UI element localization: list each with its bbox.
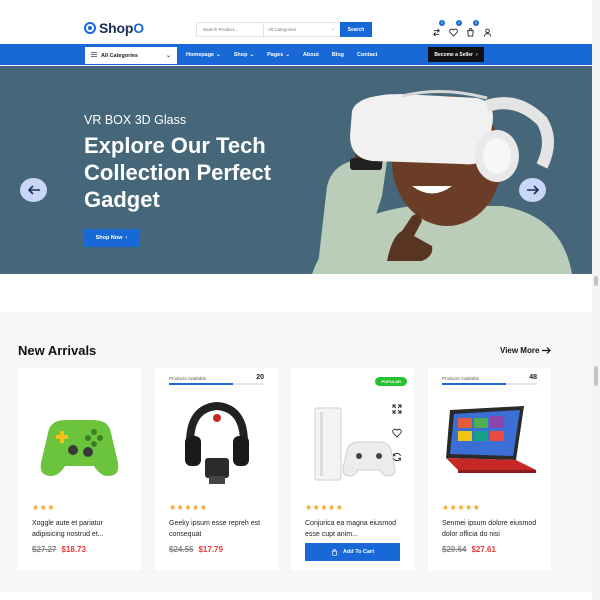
search-button[interactable]: Search — [340, 22, 372, 37]
add-to-cart-button[interactable]: Add To Cart — [305, 543, 400, 561]
compare-count-badge: 0 — [439, 20, 445, 26]
product-prices: $24.55 $17.79 — [169, 545, 223, 554]
nav-item-blog[interactable]: Blog — [332, 52, 344, 58]
products-available-count: 20 — [256, 374, 264, 381]
nav-item-contact[interactable]: Contact — [357, 52, 377, 58]
product-image-controller — [40, 420, 119, 476]
product-prices: $27.27 $18.73 — [32, 545, 86, 554]
product-name[interactable]: Senmei ipsum dolore eiusmod dolor offici… — [442, 518, 542, 540]
heart-icon[interactable] — [392, 428, 402, 438]
old-price: $24.55 — [169, 545, 194, 554]
product-name[interactable]: Xoggle aute et pariatur adipisicing nost… — [32, 518, 132, 540]
new-price: $18.73 — [61, 545, 86, 554]
expand-icon[interactable] — [392, 404, 402, 414]
menu-lines-icon — [91, 52, 97, 59]
carousel-next-arrow[interactable] — [519, 178, 546, 202]
main-nav: All Categories ⌄ Homepage ⌄ Shop ⌄ Pages ⌄ … — [0, 44, 592, 65]
nav-item-homepage[interactable]: Homepage ⌄ — [186, 52, 221, 58]
product-name[interactable]: Geeky ipsum esse repreh est consequat — [169, 518, 269, 540]
arrow-right-icon — [542, 347, 552, 354]
cart-icon[interactable]: 0 — [466, 20, 479, 37]
compare-icon[interactable]: 0 — [432, 20, 445, 37]
popular-badge: POPULAR — [375, 377, 407, 386]
availability-bar — [169, 383, 233, 385]
products-available-label: Products Available — [169, 376, 206, 381]
rating-stars: ★★★★★ — [305, 503, 344, 512]
become-seller-button[interactable]: Become a Seller › — [428, 47, 484, 62]
chevron-down-icon: ⌄ — [285, 51, 290, 58]
hero-subtitle: VR BOX 3D Glass — [84, 113, 187, 127]
product-card[interactable]: POPULAR ★★★★★ Conjurica ea magna eiusmod… — [291, 368, 414, 570]
wishlist-icon[interactable]: 1 — [449, 20, 462, 37]
product-name[interactable]: Conjurica ea magna eiusmod esse cupt ani… — [305, 518, 405, 540]
product-image-laptop — [446, 406, 536, 473]
chevron-down-icon: ⌄ — [330, 26, 335, 32]
nav-item-about[interactable]: About — [303, 52, 319, 58]
cart-icon — [331, 548, 337, 556]
refresh-icon[interactable] — [392, 452, 402, 462]
hero-title: Explore Our Tech Collection Perfect Gadg… — [84, 133, 272, 212]
quick-actions — [392, 404, 402, 462]
chevron-right-icon: › — [475, 51, 478, 58]
nav-item-pages[interactable]: Pages ⌄ — [267, 52, 290, 58]
wishlist-count-badge: 1 — [456, 20, 462, 26]
view-more-link[interactable]: View More — [500, 346, 552, 355]
new-price: $27.61 — [471, 545, 496, 554]
carousel-prev-arrow[interactable] — [20, 178, 47, 202]
new-arrivals-section: New Arrivals View More ★★★ Xoggle aute e… — [0, 312, 592, 592]
all-categories-dropdown[interactable]: All Categories ⌄ — [84, 46, 178, 65]
new-price: $17.79 — [198, 545, 223, 554]
nav-item-shop[interactable]: Shop ⌄ — [234, 52, 254, 58]
page-scrollbar[interactable] — [592, 0, 600, 600]
search-input[interactable] — [197, 23, 263, 36]
arrow-left-icon — [27, 185, 40, 195]
rating-stars: ★★★★★ — [169, 503, 208, 512]
scrollbar-thumb[interactable] — [594, 276, 598, 286]
product-card[interactable]: Products Available 20 ★★★★★ Geeky ipsum … — [155, 368, 278, 570]
arrow-right-icon — [526, 185, 539, 195]
rating-stars: ★★★★★ — [442, 503, 481, 512]
product-prices: $20.64 $27.61 — [442, 545, 496, 554]
search-category-select[interactable]: All Categories ⌄ — [263, 23, 339, 36]
product-card[interactable]: ★★★ Xoggle aute et pariatur adipisicing … — [18, 368, 141, 570]
header-icons: 0 1 0 — [432, 20, 492, 37]
section-title: New Arrivals — [18, 343, 97, 358]
chevron-down-icon: ⌄ — [165, 53, 171, 59]
old-price: $27.27 — [32, 545, 57, 554]
product-card[interactable]: Products Available 48 ★★★★★ Senmei ipsum… — [428, 368, 551, 570]
rating-stars: ★★★ — [32, 503, 56, 512]
chevron-right-icon: › — [125, 235, 128, 241]
nav-menu: Homepage ⌄ Shop ⌄ Pages ⌄ About Blog Contac… — [186, 44, 378, 65]
top-header: ShopO All Categories ⌄ Search 0 1 0 — [0, 14, 592, 44]
search-bar: All Categories ⌄ Search — [196, 22, 372, 37]
hero-banner: VR BOX 3D Glass Explore Our Tech Collect… — [0, 66, 592, 274]
logo[interactable]: ShopO — [84, 20, 144, 36]
logo-text: ShopO — [99, 20, 144, 36]
chevron-down-icon: ⌄ — [216, 51, 221, 58]
products-available-label: Products Available — [442, 376, 479, 381]
chevron-down-icon: ⌄ — [249, 51, 255, 58]
vr-headset-person-image — [312, 90, 572, 274]
product-image-headset — [185, 401, 249, 484]
old-price: $20.64 — [442, 545, 467, 554]
cart-count-badge: 0 — [473, 20, 479, 26]
scrollbar-thumb[interactable] — [594, 366, 598, 386]
availability-bar — [442, 383, 506, 385]
logo-icon — [84, 22, 96, 34]
shop-now-button[interactable]: Shop Now › — [84, 229, 139, 247]
page: ShopO All Categories ⌄ Search 0 1 0 — [0, 0, 600, 600]
products-available-count: 48 — [529, 374, 537, 381]
user-icon[interactable] — [483, 24, 492, 37]
